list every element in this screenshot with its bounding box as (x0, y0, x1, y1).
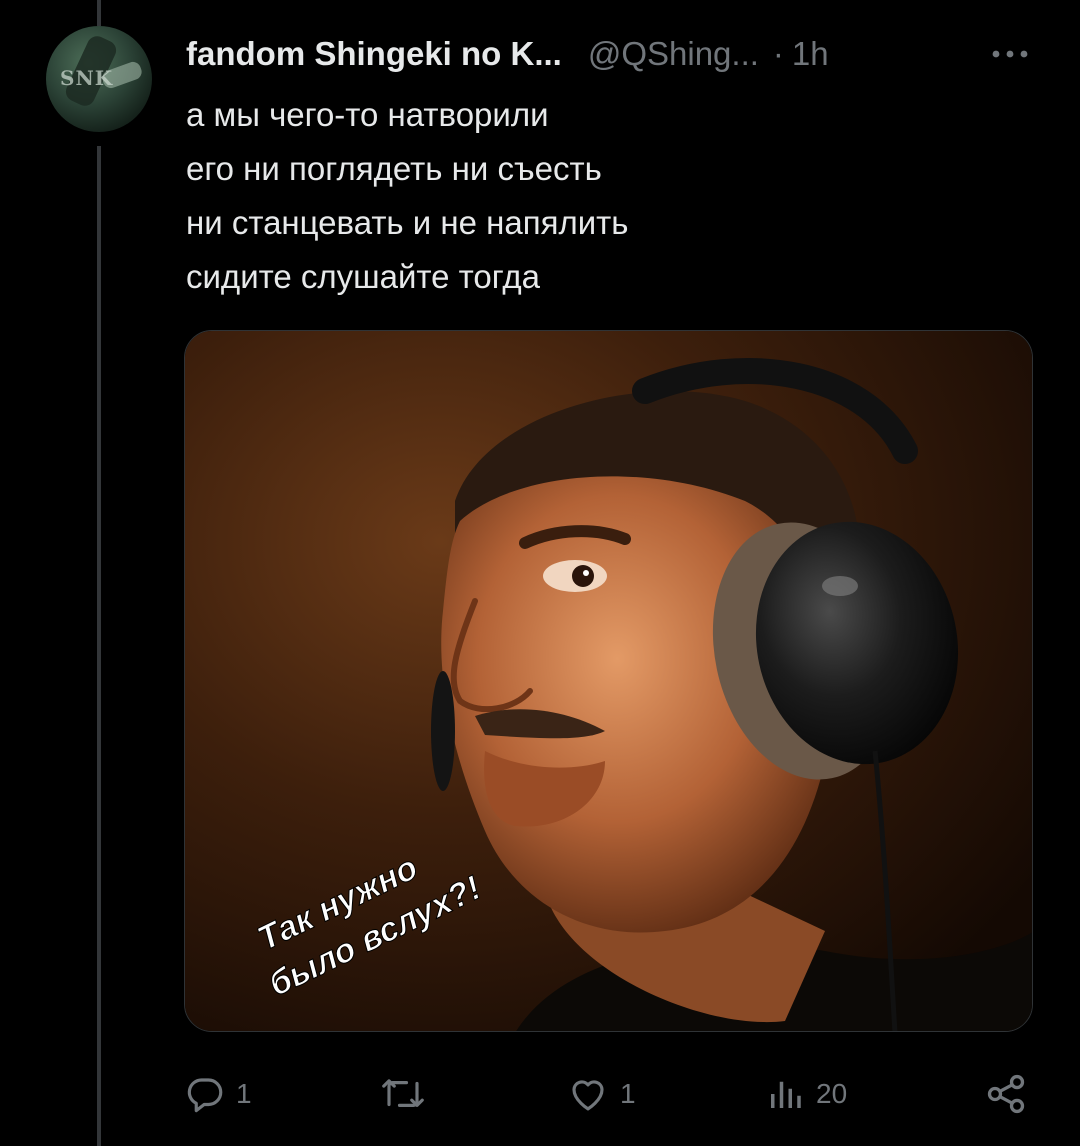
repost-button[interactable] (380, 1062, 436, 1126)
thread-line-top (97, 0, 101, 26)
tweet-text-line: сидите слушайте тогда (186, 258, 540, 295)
tweet-actions: 1 1 20 (184, 1062, 1034, 1126)
like-count: 1 (620, 1078, 636, 1109)
tweet-header: fandom Shingeki no K... @QShing... · 1h (186, 30, 829, 78)
share-icon (987, 1074, 1025, 1114)
display-name[interactable]: fandom Shingeki no K... (186, 35, 562, 73)
tweet-time[interactable]: 1h (792, 35, 829, 73)
tweet-text-line: а мы чего-то натворили (186, 96, 549, 133)
media-image: Так нужно было вслух?! (185, 331, 1032, 1031)
reply-count: 1 (236, 1078, 252, 1109)
header-separator: · (772, 35, 784, 72)
reply-button[interactable]: 1 (184, 1062, 252, 1126)
like-button[interactable]: 1 (566, 1062, 636, 1126)
like-icon (572, 1080, 604, 1111)
share-button[interactable] (984, 1062, 1028, 1126)
thread-line (97, 146, 101, 1146)
tweet-text: а мы чего-то натворили его ни поглядеть … (186, 88, 1026, 304)
avatar-label: SNK (60, 66, 114, 90)
reply-icon (187, 1078, 223, 1113)
user-handle[interactable]: @QShing... (588, 35, 759, 73)
tweet-text-line: ни станцевать и не напялить (186, 204, 629, 241)
views-icon (771, 1081, 801, 1108)
views-count: 20 (816, 1078, 848, 1109)
more-button[interactable] (986, 40, 1034, 68)
tweet-text-line: его ни поглядеть ни съесть (186, 150, 602, 187)
avatar[interactable]: SNK (46, 26, 152, 132)
views-button[interactable]: 20 (764, 1062, 847, 1126)
more-icon (992, 50, 1028, 58)
tweet-media[interactable]: Так нужно было вслух?! (184, 330, 1033, 1032)
repost-icon (382, 1079, 424, 1107)
